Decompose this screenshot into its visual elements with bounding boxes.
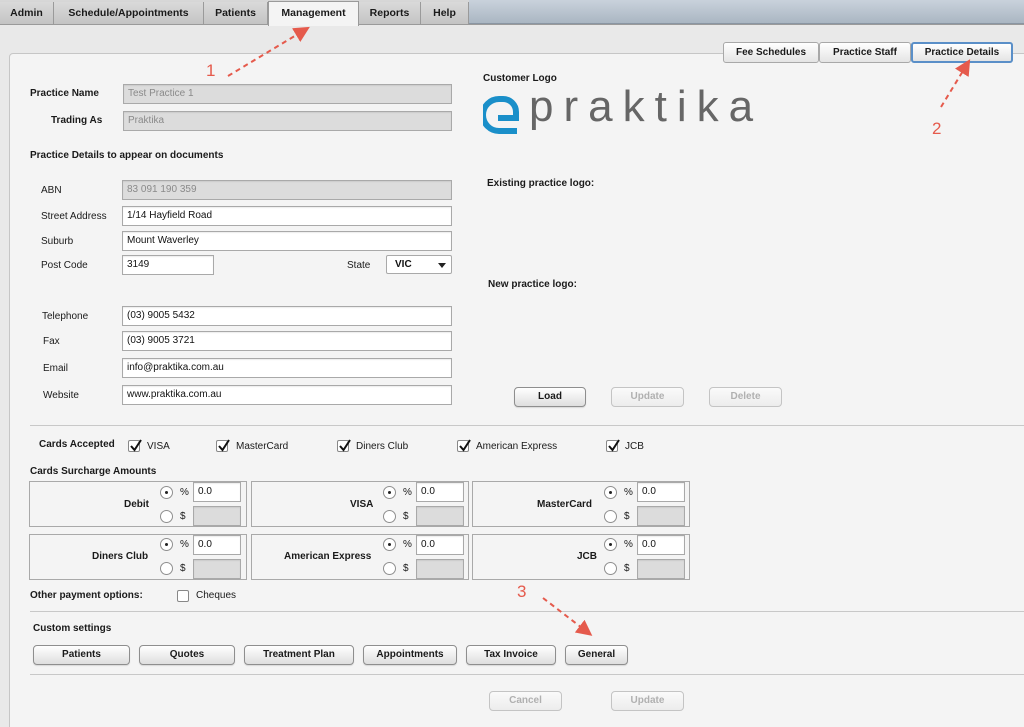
annotation-arrows — [227, 26, 971, 636]
arrow-icon — [940, 59, 971, 108]
arrow-icon — [542, 597, 593, 636]
arrow-icon — [227, 26, 310, 77]
